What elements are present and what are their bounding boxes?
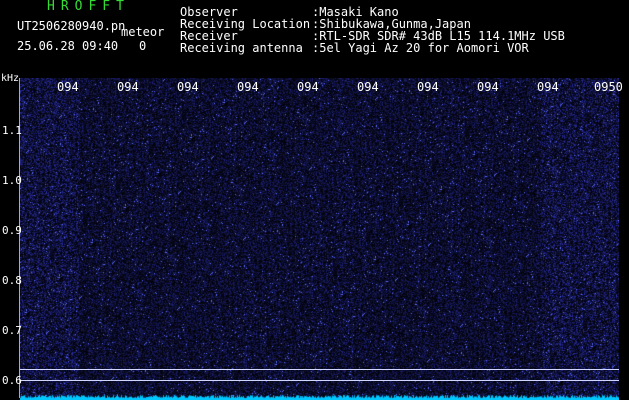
antenna-value: :5el Yagi Az 20 for Aomori VOR — [312, 41, 529, 55]
x-tick-label: 094 — [357, 80, 379, 94]
x-tick-label: 094 — [237, 80, 259, 94]
y-tick-label: 0.6 — [2, 374, 22, 387]
x-tick-label: 094 — [117, 80, 139, 94]
x-tick-label: 094 — [297, 80, 319, 94]
spectrogram — [20, 78, 619, 400]
x-tick-label: 0950 — [594, 80, 623, 94]
antenna-label: Receiving antenna — [180, 41, 303, 55]
y-tick-label: 0.9 — [2, 224, 22, 237]
spectrogram-canvas — [20, 78, 619, 400]
x-tick-label: 094 — [417, 80, 439, 94]
x-tick-label: 094 — [537, 80, 559, 94]
marker-line-upper — [20, 369, 619, 370]
datetime: 25.06.28 09:40 — [17, 39, 119, 53]
y-axis-unit: kHz — [1, 73, 20, 84]
y-tick-label: 0.8 — [2, 274, 22, 287]
meteor-count: 0 — [139, 39, 147, 53]
app-brand: HROFFT — [47, 0, 130, 14]
x-tick-label: 094 — [177, 80, 199, 94]
y-tick-label: 1.1 — [2, 124, 22, 137]
x-tick-label: 094 — [57, 80, 79, 94]
file-name: UT2506280940.pn — [17, 19, 126, 33]
y-tick-label: 0.7 — [2, 324, 22, 337]
y-tick-label: 1.0 — [2, 174, 22, 187]
marker-line-lower — [20, 380, 619, 381]
x-tick-label: 094 — [477, 80, 499, 94]
mode-label: meteor — [121, 25, 165, 39]
